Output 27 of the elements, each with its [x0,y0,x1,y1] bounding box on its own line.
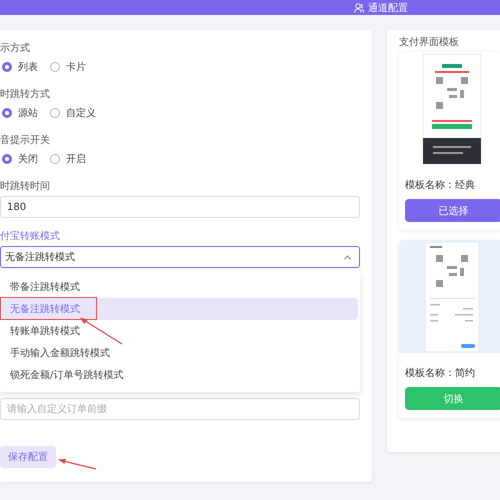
caret-icon [344,254,351,260]
annotation-arrow [58,458,96,470]
panel-title: 支付界面模板 [399,36,460,50]
radio-option[interactable]: 卡片 [50,60,86,74]
dropdown-item[interactable]: 手动输入金额跳转模式 [2,342,358,364]
dropdown-item[interactable]: 转账单跳转模式 [2,320,358,342]
annotation-arrow [80,318,122,344]
input-field[interactable]: 请输入自定义订单前缀 [0,398,360,420]
field-label: 时跳转时间 [0,180,51,194]
radio-option[interactable]: 自定义 [50,106,96,120]
radio-option[interactable]: 关闭 [2,152,38,166]
template-name: 模板名称：简约 [404,367,476,381]
selected-button[interactable]: 已选择 [405,199,500,222]
header-title: 通道配置 [368,2,408,14]
template-name: 模板名称：经典 [404,179,476,193]
field-label: 音提示开关 [0,134,51,148]
dropdown-item[interactable]: 带备注跳转模式 [2,276,358,298]
radio-option[interactable]: 源站 [2,106,38,120]
radio-option[interactable]: 列表 [2,60,38,74]
field-label: 时跳转方式 [0,88,51,102]
field-label: 付宝转账模式 [0,230,61,244]
dropdown-item[interactable]: 锁死金额/订单号跳转模式 [2,364,358,386]
select-field[interactable]: 无备注跳转模式 [0,246,360,268]
field-label: 示方式 [0,42,31,56]
input-field[interactable]: 180 [0,196,360,218]
user-icon [354,2,364,12]
radio-option[interactable]: 开启 [50,152,86,166]
